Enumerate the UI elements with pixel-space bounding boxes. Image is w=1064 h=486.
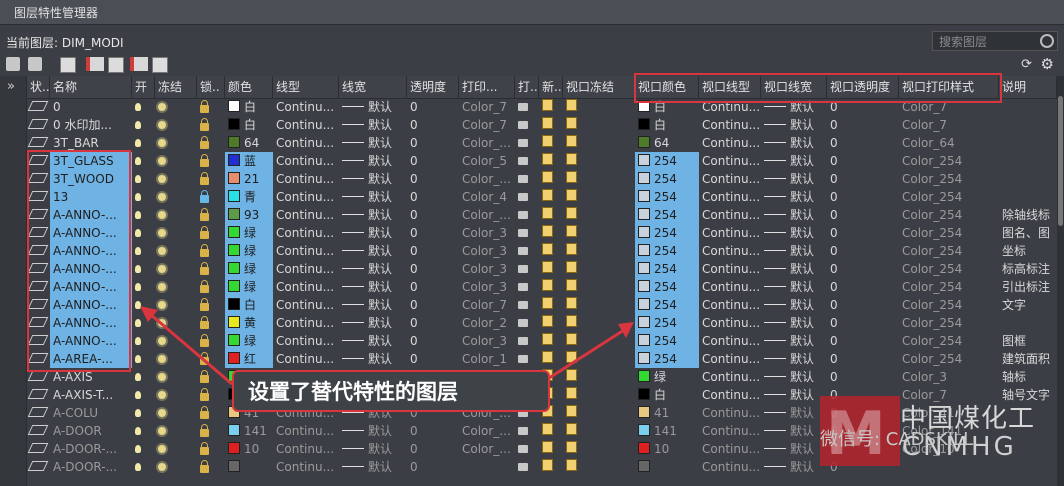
annotation-callout: 设置了替代特性的图层 — [232, 370, 550, 412]
arrow-right-line — [545, 328, 625, 382]
arrow-left-line — [149, 312, 233, 386]
callout-text: 设置了替代特性的图层 — [248, 380, 458, 404]
watermark-wechat: 微信号: CADSKILL — [820, 429, 974, 450]
arrow-right-head — [618, 322, 634, 338]
